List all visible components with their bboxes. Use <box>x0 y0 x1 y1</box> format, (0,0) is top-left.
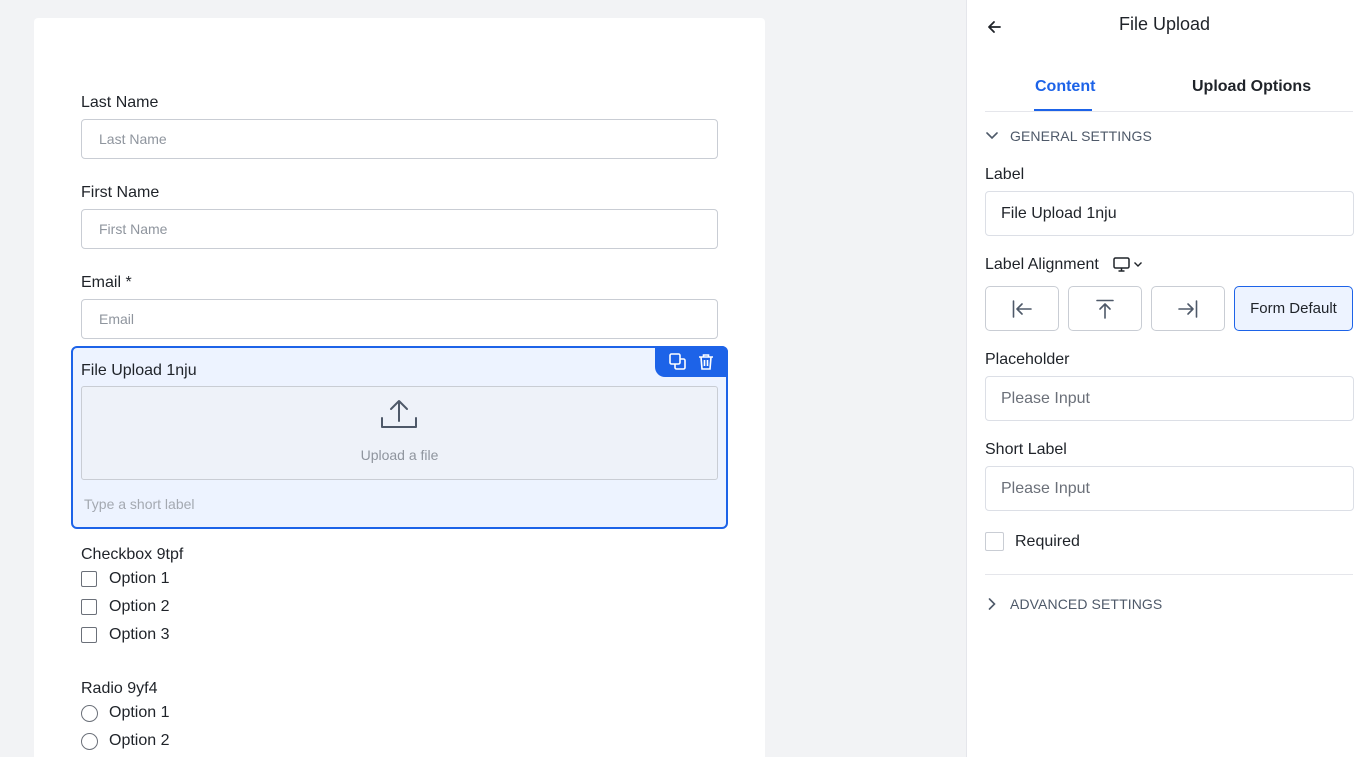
checkbox-group: Checkbox 9tpf Option 1 Option 2 Option 3 <box>81 545 183 649</box>
checkbox-group-label: Checkbox 9tpf <box>81 546 184 563</box>
divider <box>985 574 1353 575</box>
radio-option[interactable]: Option 2 <box>81 727 169 755</box>
email-placeholder: Email <box>99 311 135 327</box>
email-field: Email * Email <box>81 273 718 339</box>
upload-icon <box>380 399 418 434</box>
short-label-input[interactable]: Type a short label <box>84 496 195 512</box>
chevron-right-icon <box>985 597 999 611</box>
properties-panel: File Upload Content Upload Options GENER… <box>966 0 1362 757</box>
checkbox[interactable] <box>81 599 97 615</box>
align-right-icon <box>1178 299 1198 318</box>
upload-text: Upload a file <box>360 447 439 463</box>
general-settings-label: GENERAL SETTINGS <box>1010 128 1152 144</box>
first-name-placeholder: First Name <box>99 221 168 237</box>
short-label-panel-input[interactable]: Please Input <box>985 466 1354 511</box>
upload-dropzone[interactable]: Upload a file <box>81 386 718 480</box>
advanced-settings-label: ADVANCED SETTINGS <box>1010 596 1163 612</box>
checkbox[interactable] <box>81 627 97 643</box>
placeholder-input-value: Please Input <box>1001 389 1090 407</box>
email-input[interactable]: Email <box>81 299 718 339</box>
label-input[interactable]: File Upload 1nju <box>985 191 1354 236</box>
chevron-down-icon <box>985 129 999 143</box>
radio-group-label: Radio 9yf4 <box>81 680 158 697</box>
panel-title: File Upload <box>1118 14 1211 34</box>
placeholder-field-label: Placeholder <box>985 351 1070 368</box>
last-name-label: Last Name <box>81 94 159 111</box>
file-upload-label: File Upload 1nju <box>81 362 197 379</box>
label-input-value: File Upload 1nju <box>1001 204 1117 222</box>
last-name-input[interactable]: Last Name <box>81 119 718 159</box>
short-label-field-label: Short Label <box>985 441 1067 458</box>
required-checkbox[interactable] <box>985 532 1004 551</box>
radio-button[interactable] <box>81 704 98 722</box>
radio-group: Radio 9yf4 Option 1 Option 2 <box>81 679 169 755</box>
required-label: Required <box>1015 532 1080 550</box>
placeholder-input[interactable]: Please Input <box>985 376 1354 421</box>
checkbox-option[interactable]: Option 3 <box>81 621 183 649</box>
first-name-label: First Name <box>81 184 160 201</box>
label-field-label: Label <box>985 166 1025 183</box>
first-name-field: First Name First Name <box>81 183 718 249</box>
panel-tabs: Content Upload Options <box>985 66 1353 112</box>
last-name-field: Last Name Last Name <box>81 93 718 159</box>
radio-option[interactable]: Option 1 <box>81 699 169 727</box>
align-top-icon <box>1096 299 1114 319</box>
duplicate-icon[interactable] <box>669 353 687 371</box>
radio-button[interactable] <box>81 732 98 750</box>
tab-upload-options[interactable]: Upload Options <box>1192 78 1311 96</box>
required-toggle[interactable]: Required <box>985 532 1080 551</box>
checkbox-option[interactable]: Option 2 <box>81 593 183 621</box>
option-label: Option 1 <box>109 570 170 587</box>
align-top-button[interactable] <box>1068 286 1142 331</box>
active-tab-indicator <box>1034 109 1092 111</box>
last-name-placeholder: Last Name <box>99 131 167 147</box>
desktop-icon <box>1113 257 1131 273</box>
option-label: Option 3 <box>109 626 170 643</box>
option-label: Option 2 <box>109 732 170 749</box>
first-name-input[interactable]: First Name <box>81 209 718 249</box>
advanced-settings-toggle[interactable]: ADVANCED SETTINGS <box>985 596 1162 612</box>
email-label: Email * <box>81 274 132 291</box>
checkbox-option[interactable]: Option 1 <box>81 565 183 593</box>
trash-icon[interactable] <box>697 353 715 371</box>
short-label-input-value: Please Input <box>1001 479 1090 497</box>
chevron-down-icon <box>1134 262 1143 268</box>
label-alignment-text: Label Alignment <box>985 256 1099 273</box>
align-left-button[interactable] <box>985 286 1059 331</box>
general-settings-toggle[interactable]: GENERAL SETTINGS <box>985 128 1152 144</box>
block-toolbar <box>655 346 728 377</box>
label-alignment-label: Label Alignment <box>985 256 1143 274</box>
tab-content[interactable]: Content <box>1035 78 1095 96</box>
option-label: Option 2 <box>109 598 170 615</box>
option-label: Option 1 <box>109 704 170 721</box>
checkbox[interactable] <box>81 571 97 587</box>
label-alignment-options: Form Default <box>985 286 1353 331</box>
file-upload-block[interactable]: File Upload 1nju Upload a file Type a sh… <box>71 346 728 529</box>
form-canvas: Last Name Last Name First Name First Nam… <box>34 18 765 757</box>
device-select[interactable] <box>1113 257 1143 273</box>
align-right-button[interactable] <box>1151 286 1225 331</box>
align-left-icon <box>1012 299 1032 318</box>
form-default-button[interactable]: Form Default <box>1234 286 1353 331</box>
